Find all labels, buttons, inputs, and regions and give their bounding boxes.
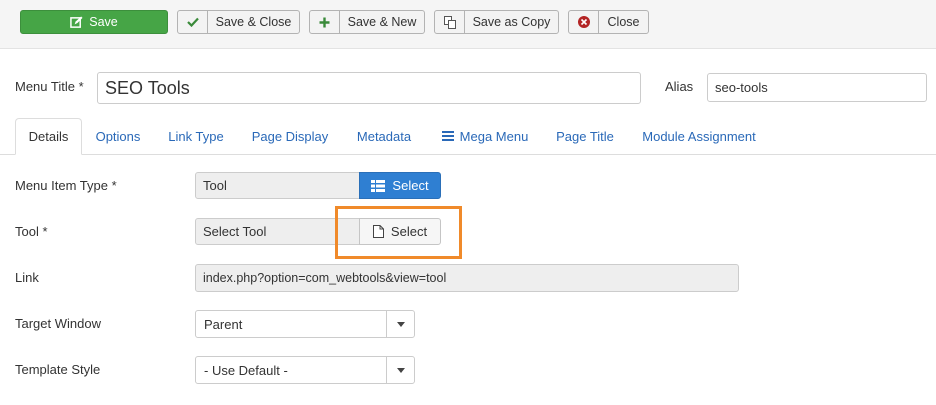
- caret-down-icon: [386, 311, 414, 337]
- target-window-value: Parent: [204, 316, 243, 332]
- toolbar: Save Save & Close Save & New Save as Cop…: [0, 0, 936, 49]
- tab-link-type[interactable]: Link Type: [160, 118, 232, 154]
- template-style-value: - Use Default -: [204, 362, 288, 378]
- tab-options[interactable]: Options: [86, 118, 150, 154]
- save-button[interactable]: Save: [20, 10, 168, 34]
- link-label: Link: [15, 270, 39, 285]
- save-close-button[interactable]: Save & Close: [177, 10, 300, 34]
- save-label: Save: [89, 15, 118, 29]
- menu-title-label: Menu Title *: [15, 79, 84, 94]
- tab-details[interactable]: Details: [15, 118, 82, 155]
- save-copy-button[interactable]: Save as Copy: [434, 10, 559, 34]
- tab-bar: Details Options Link Type Page Display M…: [0, 116, 936, 155]
- save-new-label: Save & New: [347, 15, 417, 29]
- menu-title-input[interactable]: SEO Tools: [97, 72, 641, 104]
- tab-metadata[interactable]: Metadata: [347, 118, 421, 154]
- tab-page-display[interactable]: Page Display: [243, 118, 337, 154]
- alias-input[interactable]: seo-tools: [707, 73, 927, 102]
- plus-icon: [310, 11, 340, 33]
- tab-mega-menu[interactable]: Mega Menu: [432, 118, 538, 154]
- caret-down-icon: [386, 357, 414, 383]
- menu-item-type-select-button[interactable]: Select: [359, 172, 441, 199]
- save-new-button[interactable]: Save & New: [309, 10, 425, 34]
- template-style-label: Template Style: [15, 362, 101, 377]
- save-copy-label: Save as Copy: [472, 15, 551, 29]
- list-icon: [371, 179, 386, 192]
- template-style-select[interactable]: - Use Default -: [195, 356, 415, 384]
- highlight-box: [335, 206, 462, 259]
- check-icon: [178, 11, 208, 33]
- close-button[interactable]: Close: [568, 10, 649, 34]
- close-icon: [569, 11, 599, 33]
- tab-page-title[interactable]: Page Title: [548, 118, 622, 154]
- menu-item-type-label: Menu Item Type *: [15, 178, 117, 193]
- list-icon: [441, 131, 454, 141]
- menu-item-type-field: Tool: [195, 172, 361, 199]
- target-window-select[interactable]: Parent: [195, 310, 415, 338]
- close-label: Close: [607, 15, 640, 29]
- edit-icon: [70, 15, 83, 28]
- save-close-label: Save & Close: [215, 15, 292, 29]
- menu-item-type-select-label: Select: [392, 178, 429, 193]
- tab-mega-menu-label: Mega Menu: [459, 128, 529, 144]
- copy-icon: [435, 11, 465, 33]
- alias-label: Alias: [665, 79, 694, 94]
- target-window-label: Target Window: [15, 316, 101, 331]
- tab-module-assignment[interactable]: Module Assignment: [633, 118, 765, 154]
- link-field: index.php?option=com_webtools&view=tool: [195, 264, 739, 292]
- tool-label: Tool *: [15, 224, 48, 239]
